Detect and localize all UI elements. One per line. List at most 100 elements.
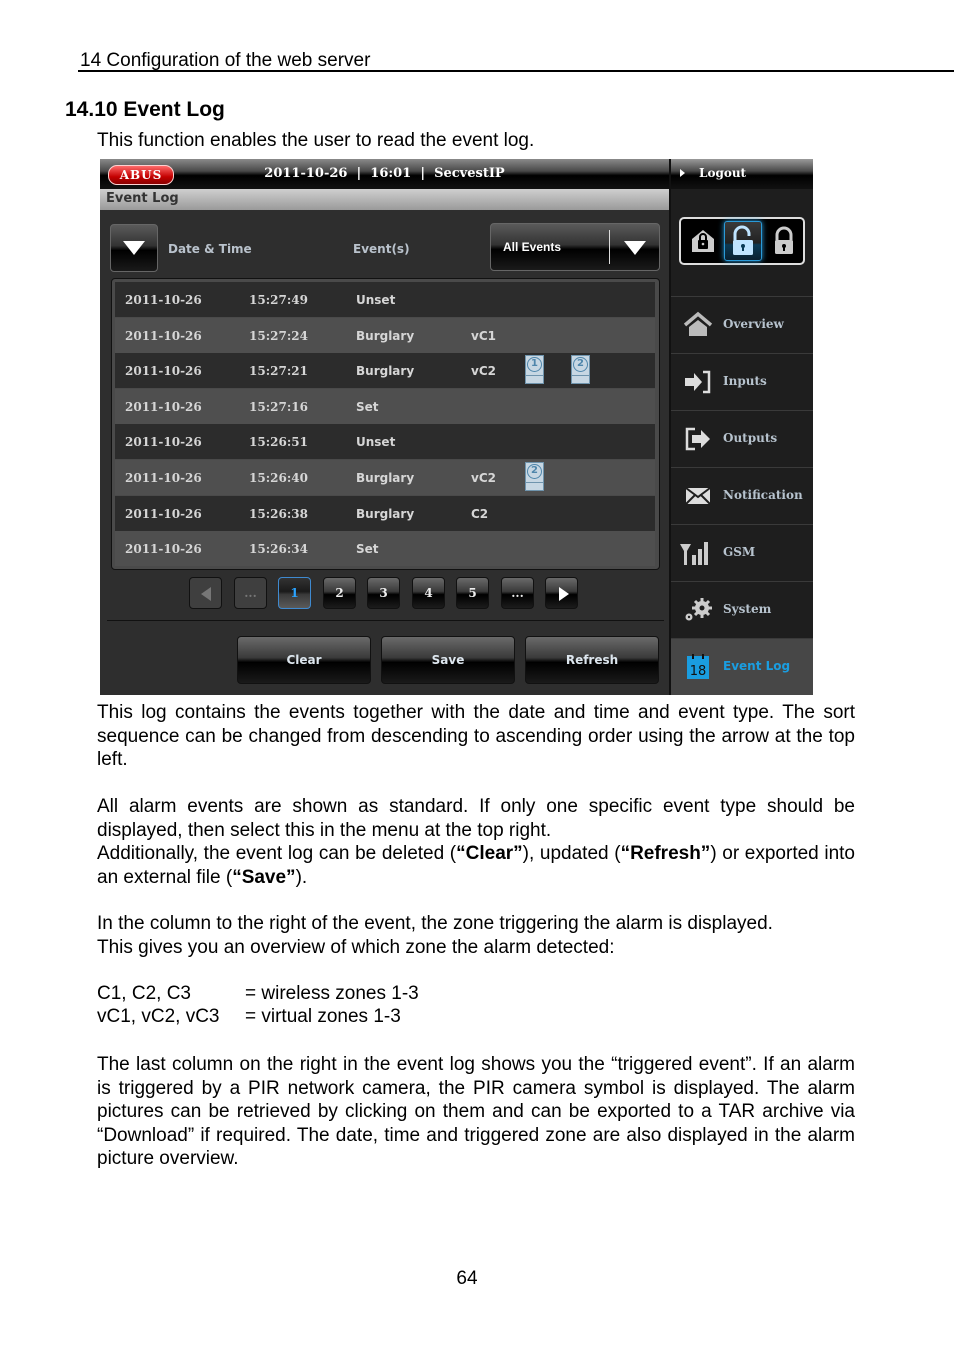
top-bar: ABUS 2011-10-26 | 16:01 | SecvestIP [100, 159, 669, 189]
cell-date: 2011-10-26 [125, 328, 202, 343]
event-filter-dropdown[interactable]: All Events [490, 223, 660, 271]
paragraph-text: The last column on the right in the even… [97, 1054, 855, 1169]
cell-zone: C2 [471, 506, 489, 521]
sidebar-item-label: Inputs [723, 374, 767, 388]
page-button-4[interactable]: 4 [412, 577, 445, 609]
partial-set-button[interactable] [684, 221, 722, 261]
sidebar-item-event-log[interactable]: 18 Event Log [671, 638, 813, 695]
sidebar-item-label: Overview [723, 317, 784, 331]
cell-date: 2011-10-26 [125, 506, 202, 521]
sidebar: Logout Overview Inputs Outputs Notificat… [669, 159, 813, 695]
chevron-down-icon [624, 241, 646, 255]
camera-sensor-dots [572, 375, 589, 380]
paragraph-text: All alarm events are shown as standard. … [97, 796, 855, 841]
column-header-events: Event(s) [353, 242, 410, 256]
table-row[interactable]: 2011-10-26 15:26:38 Burglary C2 [115, 495, 655, 531]
page-button-2[interactable]: 2 [323, 577, 356, 609]
cell-time: 15:26:40 [249, 471, 308, 485]
running-head: 14 Configuration of the web server [80, 50, 371, 71]
refresh-button[interactable]: Refresh [525, 636, 659, 684]
zone-value: = virtual zones 1-3 [245, 1006, 401, 1027]
cell-event: Set [356, 399, 379, 414]
zone-key: vC1, vC2, vC3 [97, 1006, 220, 1027]
cell-zone: vC2 [471, 364, 496, 379]
table-row[interactable]: 2011-10-26 15:26:40 Burglary vC2 2 [115, 460, 655, 495]
sidebar-item-notification[interactable]: Notification [671, 467, 813, 525]
table-row[interactable]: 2011-10-26 15:27:21 Burglary vC2 1 2 [115, 353, 655, 389]
gears-icon [685, 598, 712, 621]
paragraph-filter: All alarm events are shown as standard. … [97, 795, 855, 842]
main-panel: Date & Time Event(s) All Events 2011-10-… [100, 210, 669, 695]
cell-time: 15:26:51 [249, 435, 308, 450]
cell-event: Set [356, 542, 379, 557]
next-page-button[interactable] [545, 577, 578, 609]
page-button-3[interactable]: 3 [367, 577, 400, 609]
page-button-1[interactable]: 1 [278, 577, 311, 609]
paragraph-actions: Additionally, the event log can be delet… [97, 842, 855, 889]
paragraph-zone-b: This gives you an overview of which zone… [97, 937, 615, 958]
emphasis-save: “Save” [232, 866, 296, 888]
cell-date: 2011-10-26 [125, 364, 202, 379]
sidebar-item-label: Outputs [723, 431, 778, 445]
clear-button[interactable]: Clear [237, 636, 371, 684]
intro-text: This function enables the user to read t… [97, 130, 535, 151]
sidebar-item-outputs[interactable]: Outputs [671, 410, 813, 468]
pir-camera-icon[interactable]: 2 [525, 462, 544, 491]
cell-zone: vC2 [471, 471, 496, 485]
full-set-button[interactable] [765, 221, 803, 261]
table-row[interactable]: 2011-10-26 15:27:49 Unset [115, 282, 655, 317]
pir-camera-icon[interactable]: 2 [571, 355, 590, 385]
emphasis-refresh: “Refresh” [620, 843, 711, 864]
cell-event: Unset [356, 293, 396, 307]
prev-page-button[interactable] [189, 577, 222, 609]
svg-text:18: 18 [690, 664, 707, 679]
pager-ellipsis-prev[interactable]: ... [234, 577, 267, 609]
cell-date: 2011-10-26 [125, 435, 202, 450]
paragraph-text: This log contains the events together wi… [97, 702, 855, 770]
page-number: 64 [456, 1268, 478, 1289]
sidebar-item-label: Notification [723, 488, 803, 502]
cell-time: 15:26:38 [249, 506, 308, 521]
zone-value: = wireless zones 1-3 [245, 983, 419, 1004]
table-row[interactable]: 2011-10-26 15:27:24 Burglary vC1 [115, 317, 655, 353]
divider [107, 620, 664, 621]
envelope-icon [685, 487, 711, 505]
output-icon [685, 427, 710, 451]
table-row[interactable]: 2011-10-26 15:26:34 Set [115, 531, 655, 567]
page-title: Event Log [106, 191, 179, 206]
unset-button[interactable] [724, 221, 762, 261]
sidebar-item-inputs[interactable]: Inputs [671, 353, 813, 411]
arrow-right-icon [559, 587, 569, 601]
paragraph-text: ), updated ( [522, 843, 621, 864]
sidebar-item-label: GSM [723, 545, 756, 559]
sidebar-item-system[interactable]: System [671, 581, 813, 639]
sidebar-item-overview[interactable]: Overview [671, 296, 813, 354]
cell-zone: vC1 [471, 328, 496, 343]
paragraph-sort: This log contains the events together wi… [97, 701, 855, 772]
camera-sensor-dots [526, 375, 543, 380]
section-title: 14.10 Event Log [65, 98, 225, 121]
calendar-icon: 18 [687, 654, 709, 679]
column-header-datetime: Date & Time [168, 242, 252, 256]
cell-date: 2011-10-26 [125, 399, 202, 414]
event-table: 2011-10-26 15:27:49 Unset 2011-10-26 15:27:2… [111, 278, 660, 570]
pager-ellipsis-next[interactable]: ... [501, 577, 534, 609]
pir-camera-icon[interactable]: 1 [525, 355, 544, 385]
zone-definition-virtual: vC1, vC2, vC3 = virtual zones 1-3 [97, 1006, 401, 1028]
table-row[interactable]: 2011-10-26 15:27:16 Set [115, 388, 655, 424]
camera-number: 2 [527, 464, 542, 479]
zone-definition-wireless: C1, C2, C3 = wireless zones 1-3 [97, 983, 419, 1005]
logout-button[interactable]: Logout [671, 159, 813, 189]
sidebar-item-gsm[interactable]: GSM [671, 524, 813, 582]
page-button-5[interactable]: 5 [456, 577, 489, 609]
event-filter-selected: All Events [503, 240, 562, 254]
event-log-screenshot: ABUS 2011-10-26 | 16:01 | SecvestIP Even… [100, 159, 813, 695]
paragraph-text: ). [295, 866, 308, 888]
sort-order-button[interactable] [110, 224, 158, 272]
save-button[interactable]: Save [381, 636, 515, 684]
caret-right-icon [680, 169, 685, 177]
logout-label: Logout [699, 166, 747, 180]
dropdown-separator [609, 230, 610, 264]
arm-mode-selector [679, 217, 805, 265]
table-row[interactable]: 2011-10-26 15:26:51 Unset [115, 424, 655, 460]
